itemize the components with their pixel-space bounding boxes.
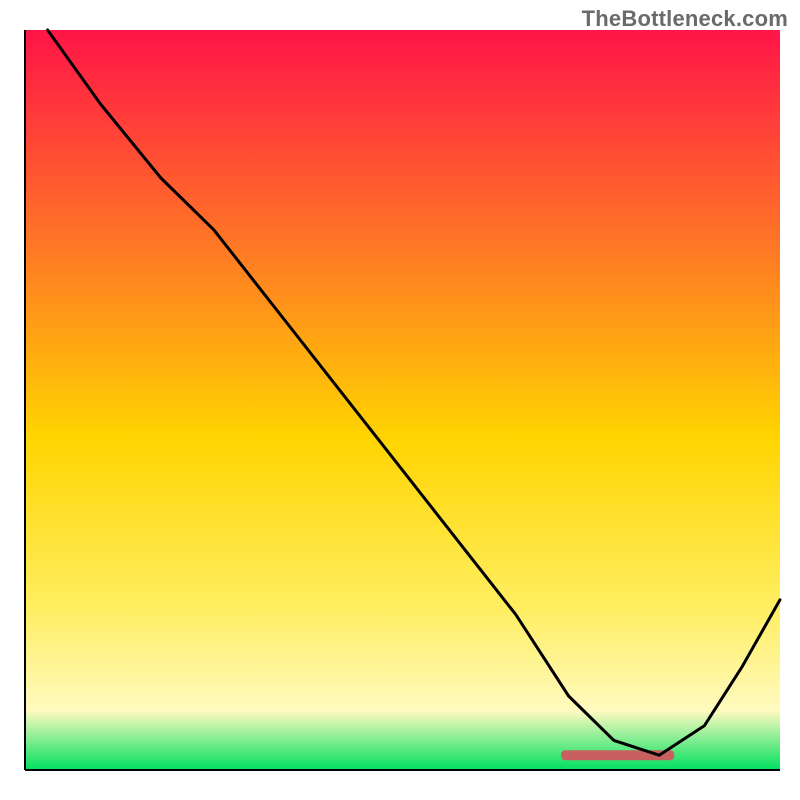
bottleneck-chart: TheBottleneck.com — [0, 0, 800, 800]
plot-area — [25, 30, 780, 770]
gradient-background — [25, 30, 780, 770]
chart-svg — [0, 0, 800, 800]
